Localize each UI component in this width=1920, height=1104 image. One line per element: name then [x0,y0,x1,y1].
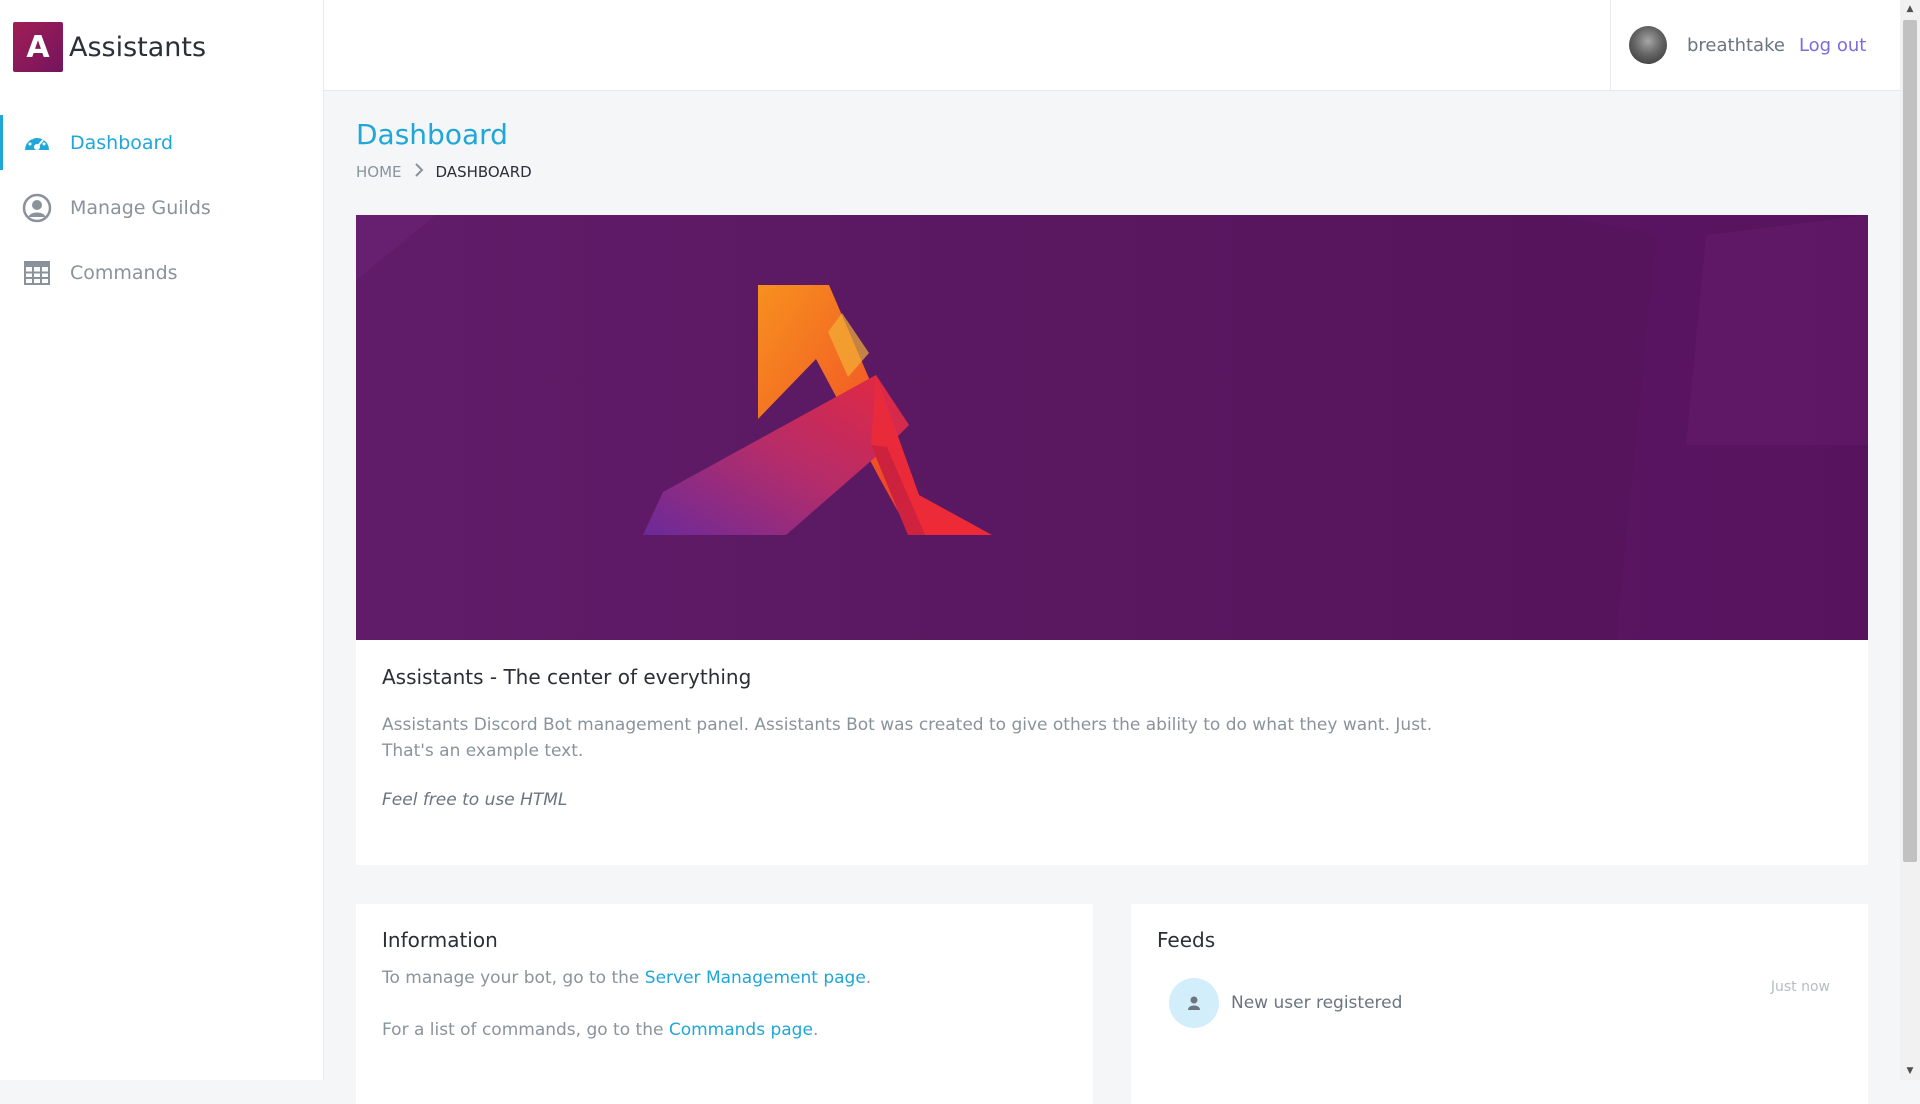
breadcrumb-current: DASHBOARD [435,163,532,181]
server-management-link[interactable]: Server Management page [645,968,866,988]
hero-note: Feel free to use HTML [382,790,568,810]
scroll-up-icon[interactable]: ▲ [1900,0,1920,18]
sidebar-nav: Dashboard Manage Guilds Commands [0,110,323,305]
feed-time: Just now [1770,979,1830,995]
scrollbar[interactable]: ▲ ▼ [1900,0,1920,1080]
sidebar-item-dashboard[interactable]: Dashboard [0,110,323,175]
feeds-card: Feeds New user registered Just now [1131,904,1868,1104]
breadcrumb-home[interactable]: HOME [356,163,402,181]
hero-title: Assistants - The center of everything [382,665,752,689]
feeds-title: Feeds [1157,928,1216,952]
sidebar-item-label: Commands [70,261,178,284]
logout-link[interactable]: Log out [1799,35,1866,56]
sidebar-item-label: Dashboard [70,131,174,154]
brand[interactable]: A Assistants [13,22,206,72]
chevron-right-icon [414,163,424,181]
hero-description: Assistants Discord Bot management panel.… [382,715,1433,761]
avatar[interactable] [1629,26,1667,64]
info-line-suffix: . [812,1020,819,1040]
breadcrumb: HOME DASHBOARD [356,163,532,181]
table-icon [22,258,52,288]
sidebar-item-manage-guilds[interactable]: Manage Guilds [0,175,323,240]
sidebar: A Assistants Dashboard Manage Guilds Com… [0,0,324,1080]
brand-name: Assistants [69,31,207,63]
user-icon [1169,978,1219,1028]
commands-page-link[interactable]: Commands page [669,1020,813,1040]
scrollbar-thumb[interactable] [1903,20,1917,862]
information-card: Information To manage your bot, go to th… [356,904,1093,1104]
hero-card: Assistants - The center of everything As… [356,215,1868,865]
scroll-down-icon[interactable]: ▼ [1900,1062,1920,1080]
user-menu: breathtake Log out [1610,0,1900,90]
username: breathtake [1687,34,1785,56]
info-line-commands: For a list of commands, go to the Comman… [382,1020,818,1040]
info-line-text: For a list of commands, go to the [382,1020,669,1040]
info-line-manage: To manage your bot, go to the Server Man… [382,968,871,988]
brand-logo: A [13,22,63,72]
sidebar-item-commands[interactable]: Commands [0,240,323,305]
hero-banner [356,215,1868,640]
feed-text: New user registered [1231,993,1403,1013]
topbar: breathtake Log out [324,0,1900,91]
information-title: Information [382,928,498,952]
info-line-text: To manage your bot, go to the [382,968,645,988]
banner-logo-image [356,215,1868,640]
feed-item: New user registered [1169,978,1402,1028]
sidebar-item-label: Manage Guilds [70,196,211,219]
page-title: Dashboard [356,118,508,151]
user-circle-icon [22,193,52,223]
dashboard-icon [22,128,52,158]
info-line-suffix: . [865,968,872,988]
